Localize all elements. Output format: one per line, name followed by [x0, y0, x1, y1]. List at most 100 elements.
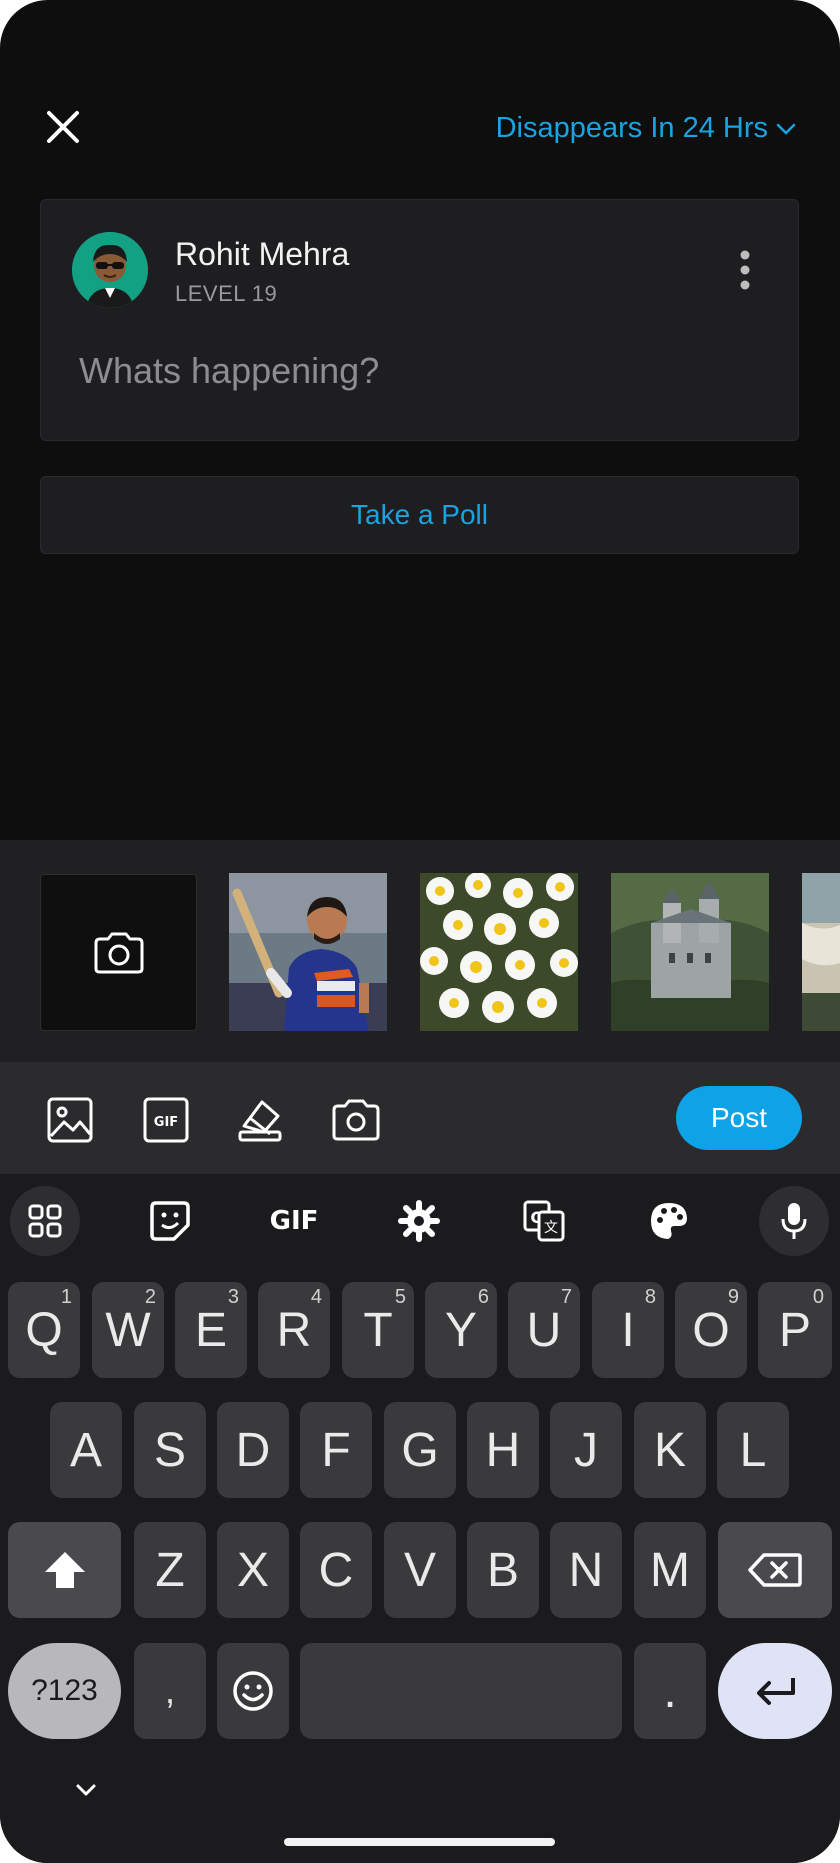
take-poll-label: Take a Poll: [351, 499, 488, 530]
composer-card: Rohit Mehra LEVEL 19 Whats happening?: [40, 199, 799, 441]
key-r[interactable]: R4: [258, 1282, 330, 1378]
user-level: LEVEL 19: [175, 281, 278, 306]
sticker-icon[interactable]: [135, 1186, 205, 1256]
white-flowers-photo[interactable]: [420, 873, 578, 1031]
eraser-icon[interactable]: [236, 1096, 284, 1144]
emoji-icon: [233, 1671, 273, 1711]
key-a-label: A: [69, 1423, 102, 1477]
cricket-player-photo[interactable]: [229, 873, 387, 1031]
key-l[interactable]: L: [717, 1402, 789, 1498]
key-l-label: L: [739, 1423, 767, 1477]
image-icon[interactable]: [46, 1096, 94, 1144]
open-camera-tile[interactable]: [40, 874, 197, 1031]
symbols-key-label: ?123: [31, 1674, 98, 1707]
space-bar[interactable]: [300, 1643, 622, 1739]
hide-keyboard-chevron-icon[interactable]: [70, 1778, 102, 1802]
castle-photo[interactable]: [611, 873, 769, 1031]
key-w[interactable]: W2: [92, 1282, 164, 1378]
key-v[interactable]: V: [384, 1522, 456, 1618]
key-d[interactable]: D: [217, 1402, 289, 1498]
gif-keyboard-label: GIF: [269, 1206, 319, 1236]
key-e-hint: 3: [227, 1286, 239, 1308]
shift-key[interactable]: [8, 1522, 121, 1618]
more-options-icon[interactable]: [740, 250, 750, 290]
key-a[interactable]: A: [50, 1402, 122, 1498]
enter-key[interactable]: [718, 1643, 832, 1739]
translate-icon[interactable]: G文: [509, 1186, 579, 1256]
shift-arrow-icon: [44, 1552, 85, 1588]
post-button[interactable]: Post: [676, 1086, 802, 1150]
key-z-label: Z: [155, 1543, 185, 1597]
apps-grid-icon[interactable]: [10, 1186, 80, 1256]
key-u[interactable]: U7: [508, 1282, 580, 1378]
key-e[interactable]: E3: [175, 1282, 247, 1378]
key-q-hint: 1: [60, 1286, 72, 1308]
take-poll-button[interactable]: Take a Poll: [40, 476, 799, 554]
key-g-label: G: [401, 1423, 439, 1477]
period-key[interactable]: .: [634, 1643, 706, 1739]
expiry-dropdown[interactable]: Disappears In 24 Hrs: [496, 112, 796, 145]
camera-icon: [94, 932, 143, 973]
avatar[interactable]: [72, 232, 148, 308]
close-icon[interactable]: [44, 108, 82, 146]
key-h[interactable]: H: [467, 1402, 539, 1498]
key-t-label: T: [363, 1303, 393, 1357]
key-u-label: U: [526, 1303, 562, 1357]
expiry-label: Disappears In 24 Hrs: [495, 112, 768, 144]
emoji-key[interactable]: [217, 1643, 289, 1739]
key-w-label: W: [105, 1303, 151, 1357]
key-f[interactable]: F: [300, 1402, 372, 1498]
theme-palette-icon[interactable]: [634, 1186, 704, 1256]
key-t[interactable]: T5: [342, 1282, 414, 1378]
key-h-label: H: [485, 1423, 521, 1477]
key-d-label: D: [235, 1423, 271, 1477]
key-w-hint: 2: [144, 1286, 156, 1308]
microphone-icon[interactable]: [759, 1186, 829, 1256]
gif-keyboard-button[interactable]: GIF: [259, 1186, 329, 1256]
key-i[interactable]: I8: [592, 1282, 664, 1378]
key-y[interactable]: Y6: [425, 1282, 497, 1378]
key-s-label: S: [153, 1423, 186, 1477]
key-s[interactable]: S: [134, 1402, 206, 1498]
key-p[interactable]: P0: [758, 1282, 832, 1378]
key-b[interactable]: B: [467, 1522, 539, 1618]
period-key-label: .: [663, 1664, 677, 1718]
key-r-hint: 4: [310, 1286, 322, 1308]
key-q[interactable]: Q1: [8, 1282, 80, 1378]
key-o[interactable]: O9: [675, 1282, 747, 1378]
enter-arrow-icon: [757, 1678, 795, 1705]
soft-keyboard: GIF G文 Q1 W2 E3 R4 T5 Y6 U7 I8 O9 P0 A S…: [0, 1174, 840, 1863]
key-e-label: E: [194, 1303, 227, 1357]
backspace-icon: [748, 1553, 802, 1587]
camera-icon[interactable]: [330, 1096, 380, 1144]
beach-photo[interactable]: [802, 873, 840, 1031]
key-f-label: F: [321, 1423, 351, 1477]
key-i-hint: 8: [644, 1286, 656, 1308]
key-n[interactable]: N: [550, 1522, 622, 1618]
key-o-label: O: [692, 1303, 730, 1357]
key-m[interactable]: M: [634, 1522, 706, 1618]
key-c[interactable]: C: [300, 1522, 372, 1618]
chevron-down-icon: [776, 123, 796, 135]
settings-gear-icon[interactable]: [384, 1186, 454, 1256]
key-g[interactable]: G: [384, 1402, 456, 1498]
symbols-key[interactable]: ?123: [8, 1643, 121, 1739]
svg-text:GIF: GIF: [154, 1115, 178, 1130]
home-gesture-bar[interactable]: [284, 1838, 555, 1846]
key-p-label: P: [778, 1303, 811, 1357]
key-u-hint: 7: [560, 1286, 572, 1308]
key-n-label: N: [568, 1543, 604, 1597]
gif-icon[interactable]: GIF: [142, 1096, 190, 1144]
key-k-label: K: [653, 1423, 686, 1477]
comma-key-label: ,: [164, 1670, 175, 1711]
key-j[interactable]: J: [550, 1402, 622, 1498]
key-x[interactable]: X: [217, 1522, 289, 1618]
compose-input[interactable]: Whats happening?: [79, 350, 379, 392]
key-y-label: Y: [444, 1303, 477, 1357]
comma-key[interactable]: ,: [134, 1643, 206, 1739]
user-name: Rohit Mehra: [175, 236, 350, 272]
key-k[interactable]: K: [634, 1402, 706, 1498]
backspace-key[interactable]: [718, 1522, 832, 1618]
key-z[interactable]: Z: [134, 1522, 206, 1618]
phone-screen: Disappears In 24 Hrs Rohit Mehra LEVEL 1…: [0, 0, 840, 1863]
